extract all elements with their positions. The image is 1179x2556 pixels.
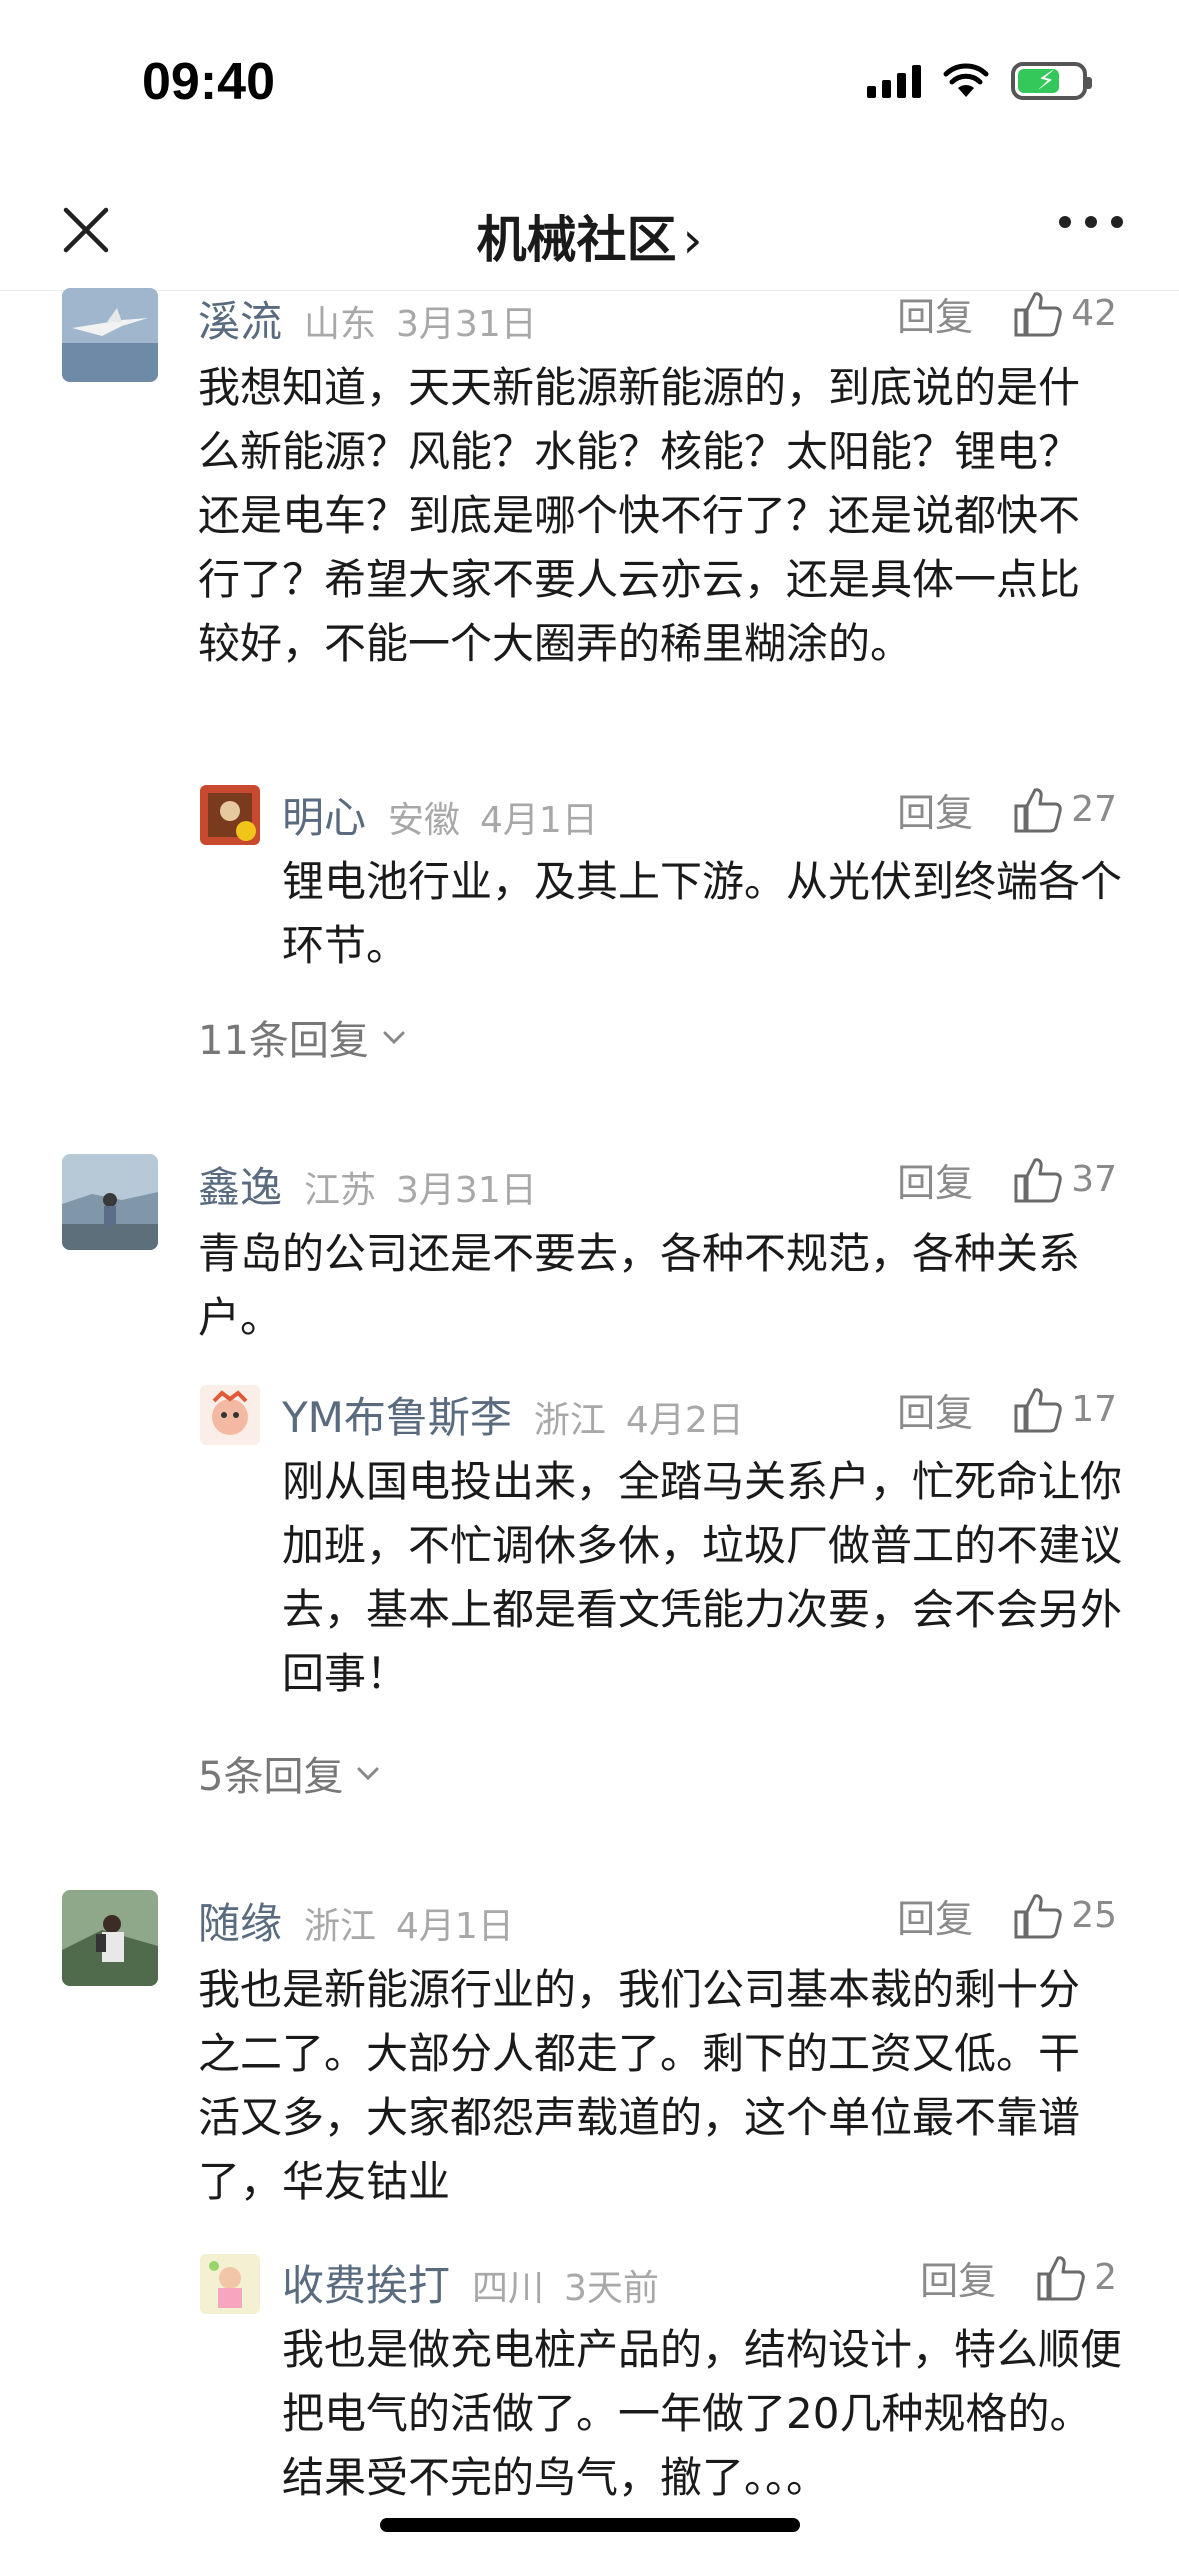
like-button[interactable]: 42 (1013, 290, 1117, 338)
reply-meta: 收费挨打 四川 3天前 (282, 2252, 659, 2313)
thumbs-up-icon (1014, 1157, 1062, 1202)
comment-meta: 鑫逸 江苏 3月31日 (198, 1154, 537, 1215)
reply-button[interactable]: 回复 (897, 782, 973, 837)
date: 3天前 (564, 2268, 659, 2309)
reply-text: 我也是做充电桩产品的，结构设计，特么顺便把电气的活做了。一年做了20几种规格的。… (282, 2325, 1123, 2502)
like-count: 37 (1071, 1159, 1117, 1200)
reply-button[interactable]: 回复 (897, 1888, 973, 1943)
date: 3月31日 (396, 304, 537, 345)
avatar[interactable] (200, 1385, 260, 1445)
reply-button[interactable]: 回复 (897, 1152, 973, 1207)
date: 4月2日 (625, 1400, 744, 1441)
location: 江苏 (304, 1170, 377, 1211)
comment-meta: 随缘 浙江 4月1日 (198, 1890, 514, 1951)
like-button[interactable]: 17 (1013, 1386, 1117, 1434)
date: 4月1日 (480, 800, 598, 841)
username[interactable]: 随缘 (198, 1890, 282, 1951)
reply-button[interactable]: 回复 (897, 286, 973, 341)
comment-meta: 溪流 山东 3月31日 (198, 288, 537, 349)
reply-actions: 回复 2 (920, 2250, 1117, 2305)
username[interactable]: 溪流 (198, 288, 282, 349)
reply-actions: 回复 27 (897, 782, 1117, 837)
reply-button[interactable]: 回复 (920, 2250, 996, 2305)
like-button[interactable]: 27 (1013, 786, 1117, 834)
username[interactable]: YM布鲁斯李 (282, 1384, 512, 1445)
thumbs-up-icon (1014, 1387, 1062, 1432)
username[interactable]: 鑫逸 (198, 1154, 282, 1215)
location: 山东 (304, 304, 377, 345)
comment-text: 青岛的公司还是不要去，各种不规范，各种关系户。 (198, 1229, 1081, 1342)
avatar[interactable] (200, 2254, 260, 2314)
reply-text: 刚从国电投出来，全踏马关系户，忙死命让你加班，不忙调休多休，垃圾厂做普工的不建议… (282, 1457, 1123, 1698)
like-count: 17 (1071, 1389, 1117, 1430)
like-count: 2 (1094, 2257, 1117, 2298)
location: 安徽 (388, 800, 461, 841)
reply-actions: 回复 17 (897, 1382, 1117, 1437)
comment-actions: 回复 42 (897, 286, 1117, 341)
thumbs-up-icon (1014, 787, 1062, 832)
thumbs-up-icon (1037, 2255, 1085, 2300)
reply-text: 锂电池行业，及其上下游。从光伏到终端各个环节。 (282, 857, 1123, 970)
date: 3月31日 (396, 1170, 537, 1211)
location: 浙江 (533, 1400, 606, 1441)
comment-actions: 回复 25 (897, 1888, 1117, 1943)
chevron-down-icon (383, 1031, 405, 1045)
username[interactable]: 收费挨打 (282, 2252, 450, 2313)
thumbs-up-icon (1014, 291, 1062, 336)
expand-replies-button[interactable]: 11条回复 (198, 1008, 409, 1066)
more-replies-label: 5条回复 (198, 1754, 344, 1800)
avatar[interactable] (200, 785, 260, 845)
thumbs-up-icon (1014, 1893, 1062, 1938)
like-button[interactable]: 2 (1036, 2254, 1117, 2302)
avatar[interactable] (62, 1154, 158, 1250)
username[interactable]: 明心 (282, 784, 366, 845)
chevron-down-icon (357, 1767, 379, 1781)
like-count: 27 (1071, 789, 1117, 830)
reply-meta: YM布鲁斯李 浙江 4月2日 (282, 1384, 744, 1445)
avatar[interactable] (62, 1890, 158, 1986)
reply-meta: 明心 安徽 4月1日 (282, 784, 598, 845)
location: 浙江 (304, 1906, 377, 1947)
comment-item: 溪流 山东 3月31日 回复 42 我想知道，天天新能源新能源的，到底说的是什么… (0, 0, 1179, 1100)
more-replies-label: 11条回复 (198, 1018, 369, 1064)
expand-replies-button[interactable]: 5条回复 (198, 1744, 383, 1802)
like-count: 42 (1071, 293, 1117, 334)
date: 4月1日 (396, 1906, 514, 1947)
comment-text: 我也是新能源行业的，我们公司基本裁的剩十分之二了。大部分人都走了。剩下的工资又低… (198, 1965, 1081, 2206)
location: 四川 (472, 2268, 545, 2309)
reply-button[interactable]: 回复 (897, 1382, 973, 1437)
like-button[interactable]: 25 (1013, 1892, 1117, 1940)
home-indicator[interactable] (380, 2518, 800, 2532)
comment-text: 我想知道，天天新能源新能源的，到底说的是什么新能源？风能？水能？核能？太阳能？锂… (198, 363, 1081, 668)
avatar[interactable] (62, 288, 158, 382)
like-button[interactable]: 37 (1013, 1156, 1117, 1204)
like-count: 25 (1071, 1895, 1117, 1936)
comment-actions: 回复 37 (897, 1152, 1117, 1207)
